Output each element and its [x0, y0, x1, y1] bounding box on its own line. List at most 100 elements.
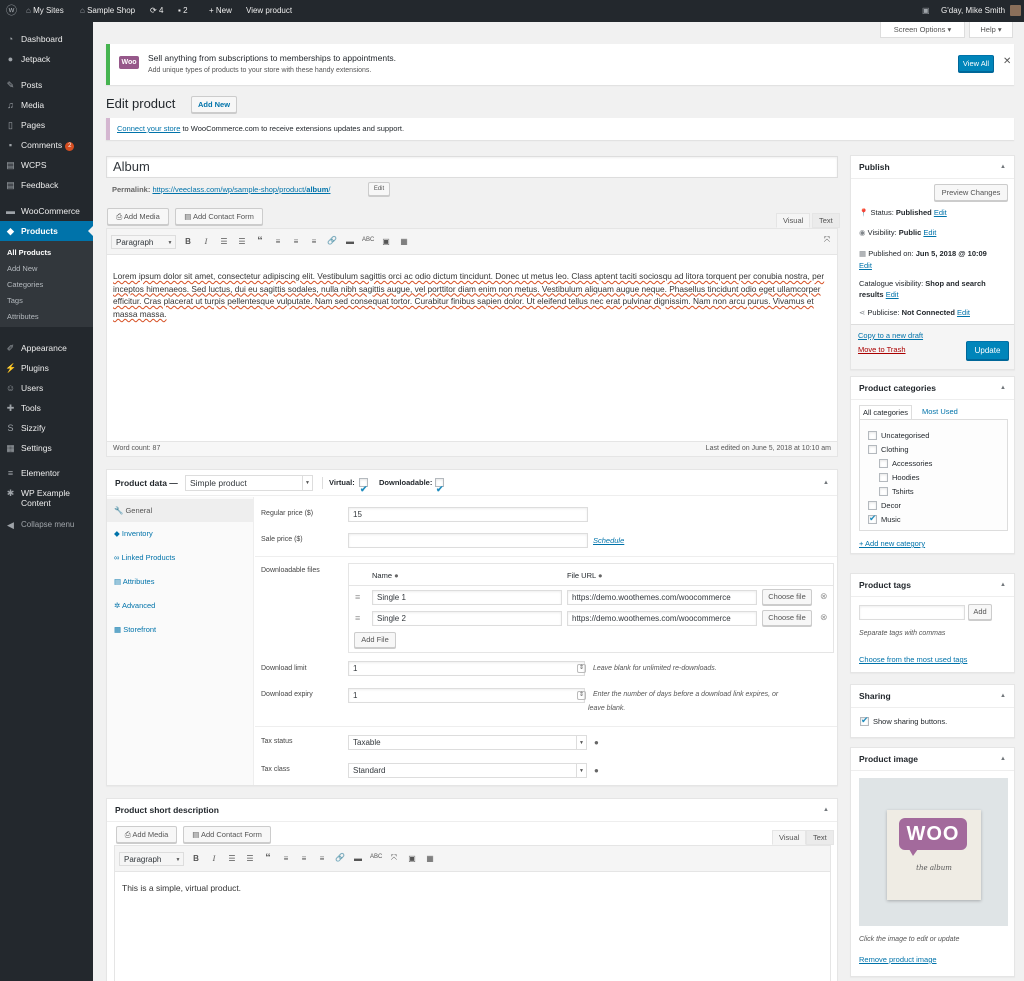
view-all-button[interactable]: View All [958, 55, 994, 72]
menu-jetpack[interactable]: ● Jetpack [0, 50, 93, 68]
tab-visual[interactable]: Visual [772, 830, 807, 845]
file-url-input[interactable]: https://demo.woothemes.com/woocommerce [567, 611, 757, 626]
menu-tools[interactable]: ✚ Tools [0, 399, 93, 417]
product-image[interactable]: WOO the album [859, 778, 1008, 926]
product-title-input[interactable]: Album [106, 156, 838, 178]
choose-file-button[interactable]: Choose file [762, 610, 812, 626]
tab-all-categories[interactable]: All categories [859, 405, 913, 419]
file-name-input[interactable]: Single 1 [372, 590, 562, 605]
drag-handle-icon[interactable]: ≡ [355, 613, 360, 623]
download-limit-input[interactable]: 1 [348, 661, 585, 676]
menu-users[interactable]: ☺ Users [0, 379, 93, 397]
published-edit-link[interactable]: Edit [859, 261, 872, 270]
add-tag-button[interactable]: Add [968, 604, 992, 620]
toggle-arrow-icon[interactable]: ▲ [1000, 574, 1006, 597]
submenu-tags[interactable]: Tags [0, 293, 93, 309]
toggle-arrow-icon[interactable]: ▲ [823, 799, 829, 822]
paragraph-select[interactable]: Paragraph ▼ [111, 235, 176, 249]
menu-plugins[interactable]: ⚡ Plugins [0, 359, 93, 377]
menu-appearance[interactable]: ✐ Appearance [0, 339, 93, 357]
update-button[interactable]: Update [966, 341, 1009, 360]
submenu-categories[interactable]: Categories [0, 277, 93, 293]
toolbar-toggle-icon[interactable]: ▦ [424, 854, 436, 863]
spellcheck-icon[interactable]: ABC [370, 854, 382, 860]
add-file-button[interactable]: Add File [354, 632, 396, 648]
toggle-arrow-icon[interactable]: ▲ [823, 470, 829, 496]
downloadable-checkbox[interactable] [435, 476, 444, 502]
toggle-arrow-icon[interactable]: ▲ [1000, 156, 1006, 179]
tab-attributes[interactable]: ▤ Attributes [114, 577, 154, 586]
menu-wcps[interactable]: ▤ WCPS [0, 156, 93, 174]
submenu-add-new[interactable]: Add New [0, 261, 93, 277]
toggle-arrow-icon[interactable]: ▲ [1000, 748, 1006, 771]
tax-status-select[interactable]: Taxable ▼ [348, 735, 587, 750]
add-contact-form-button[interactable]: ▤ Add Contact Form [183, 826, 271, 843]
my-sites-link[interactable]: ⌂ My Sites [26, 0, 64, 22]
status-edit-link[interactable]: Edit [934, 208, 947, 217]
file-url-input[interactable]: https://demo.woothemes.com/woocommerce [567, 590, 757, 605]
add-new-button[interactable]: Add New [191, 96, 237, 113]
copy-draft-link[interactable]: Copy to a new draft [858, 331, 923, 340]
category-checkbox[interactable] [868, 501, 877, 510]
category-checkbox[interactable] [879, 459, 888, 468]
tag-input[interactable] [859, 605, 965, 620]
move-to-trash-link[interactable]: Move to Trash [858, 345, 906, 354]
align-right-icon[interactable]: ≡ [308, 237, 320, 246]
link-icon[interactable]: 🔗 [334, 853, 346, 862]
connect-store-link[interactable]: Connect your store [117, 124, 180, 133]
product-type-select[interactable]: Simple product ▼ [185, 475, 313, 491]
spinner-icon[interactable]: ⇕ [577, 691, 587, 700]
menu-sizzify[interactable]: S Sizzify [0, 419, 93, 437]
tab-storefront[interactable]: ▦ Storefront [114, 625, 156, 634]
remove-image-link[interactable]: Remove product image [859, 955, 937, 964]
menu-feedback[interactable]: ▤ Feedback [0, 176, 93, 194]
file-name-input[interactable]: Single 2 [372, 611, 562, 626]
remove-icon[interactable]: ⊗ [820, 591, 828, 602]
quote-icon[interactable]: “ [262, 852, 274, 864]
menu-settings[interactable]: ▦ Settings [0, 439, 93, 457]
quote-icon[interactable]: “ [254, 235, 266, 247]
toggle-arrow-icon[interactable]: ▲ [1000, 685, 1006, 708]
add-category-link[interactable]: + Add new category [859, 539, 925, 548]
align-center-icon[interactable]: ≡ [298, 854, 310, 863]
bold-icon[interactable]: B [182, 237, 194, 246]
link-icon[interactable]: 🔗 [326, 236, 338, 245]
table-icon[interactable]: ▣ [380, 237, 392, 246]
menu-comments[interactable]: ▪ Comments 2 [0, 136, 93, 154]
menu-wp-example[interactable]: ✱ WP Example Content [0, 485, 93, 511]
numbered-list-icon[interactable]: ☰ [236, 237, 248, 246]
permalink-edit-button[interactable]: Edit [368, 182, 390, 196]
schedule-link[interactable]: Schedule [593, 536, 624, 545]
choose-tags-link[interactable]: Choose from the most used tags [859, 655, 967, 664]
add-media-button[interactable]: ⎙ Add Media [107, 208, 169, 225]
view-product-link[interactable]: View product [246, 0, 292, 22]
toggle-arrow-icon[interactable]: ▲ [1000, 377, 1006, 400]
drag-handle-icon[interactable]: ≡ [355, 592, 360, 602]
bullet-list-icon[interactable]: ☰ [218, 237, 230, 246]
new-content-link[interactable]: + New [209, 0, 232, 22]
sharing-checkbox[interactable] [860, 715, 869, 726]
help-button[interactable]: Help ▾ [969, 22, 1013, 38]
menu-media[interactable]: ♫ Media [0, 96, 93, 114]
menu-woocommerce[interactable]: ▬ WooCommerce [0, 202, 93, 220]
menu-elementor[interactable]: ≡ Elementor [0, 464, 93, 482]
bold-icon[interactable]: B [190, 854, 202, 863]
regular-price-input[interactable]: 15 [348, 507, 588, 522]
tax-class-select[interactable]: Standard ▼ [348, 763, 587, 778]
tab-text[interactable]: Text [812, 213, 840, 228]
sale-price-input[interactable] [348, 533, 588, 548]
publicise-edit-link[interactable]: Edit [957, 308, 970, 317]
comments-link[interactable]: ▪ 2 [178, 0, 188, 22]
spellcheck-icon[interactable]: ABC [362, 237, 374, 243]
menu-products[interactable]: ◆ Products [0, 221, 93, 241]
tab-text[interactable]: Text [806, 830, 834, 845]
close-icon[interactable]: ✕ [1003, 56, 1011, 67]
spinner-icon[interactable]: ⇕ [577, 664, 587, 673]
download-expiry-input[interactable]: 1 [348, 688, 585, 703]
category-checkbox[interactable] [868, 513, 877, 524]
site-name-link[interactable]: ⌂ Sample Shop [80, 0, 135, 22]
permalink-link[interactable]: https://veeclass.com/wp/sample-shop/prod… [152, 185, 330, 194]
more-icon[interactable]: ▬ [344, 237, 356, 246]
tab-advanced[interactable]: ✲ Advanced [114, 601, 155, 610]
preview-changes-button[interactable]: Preview Changes [934, 184, 1008, 201]
